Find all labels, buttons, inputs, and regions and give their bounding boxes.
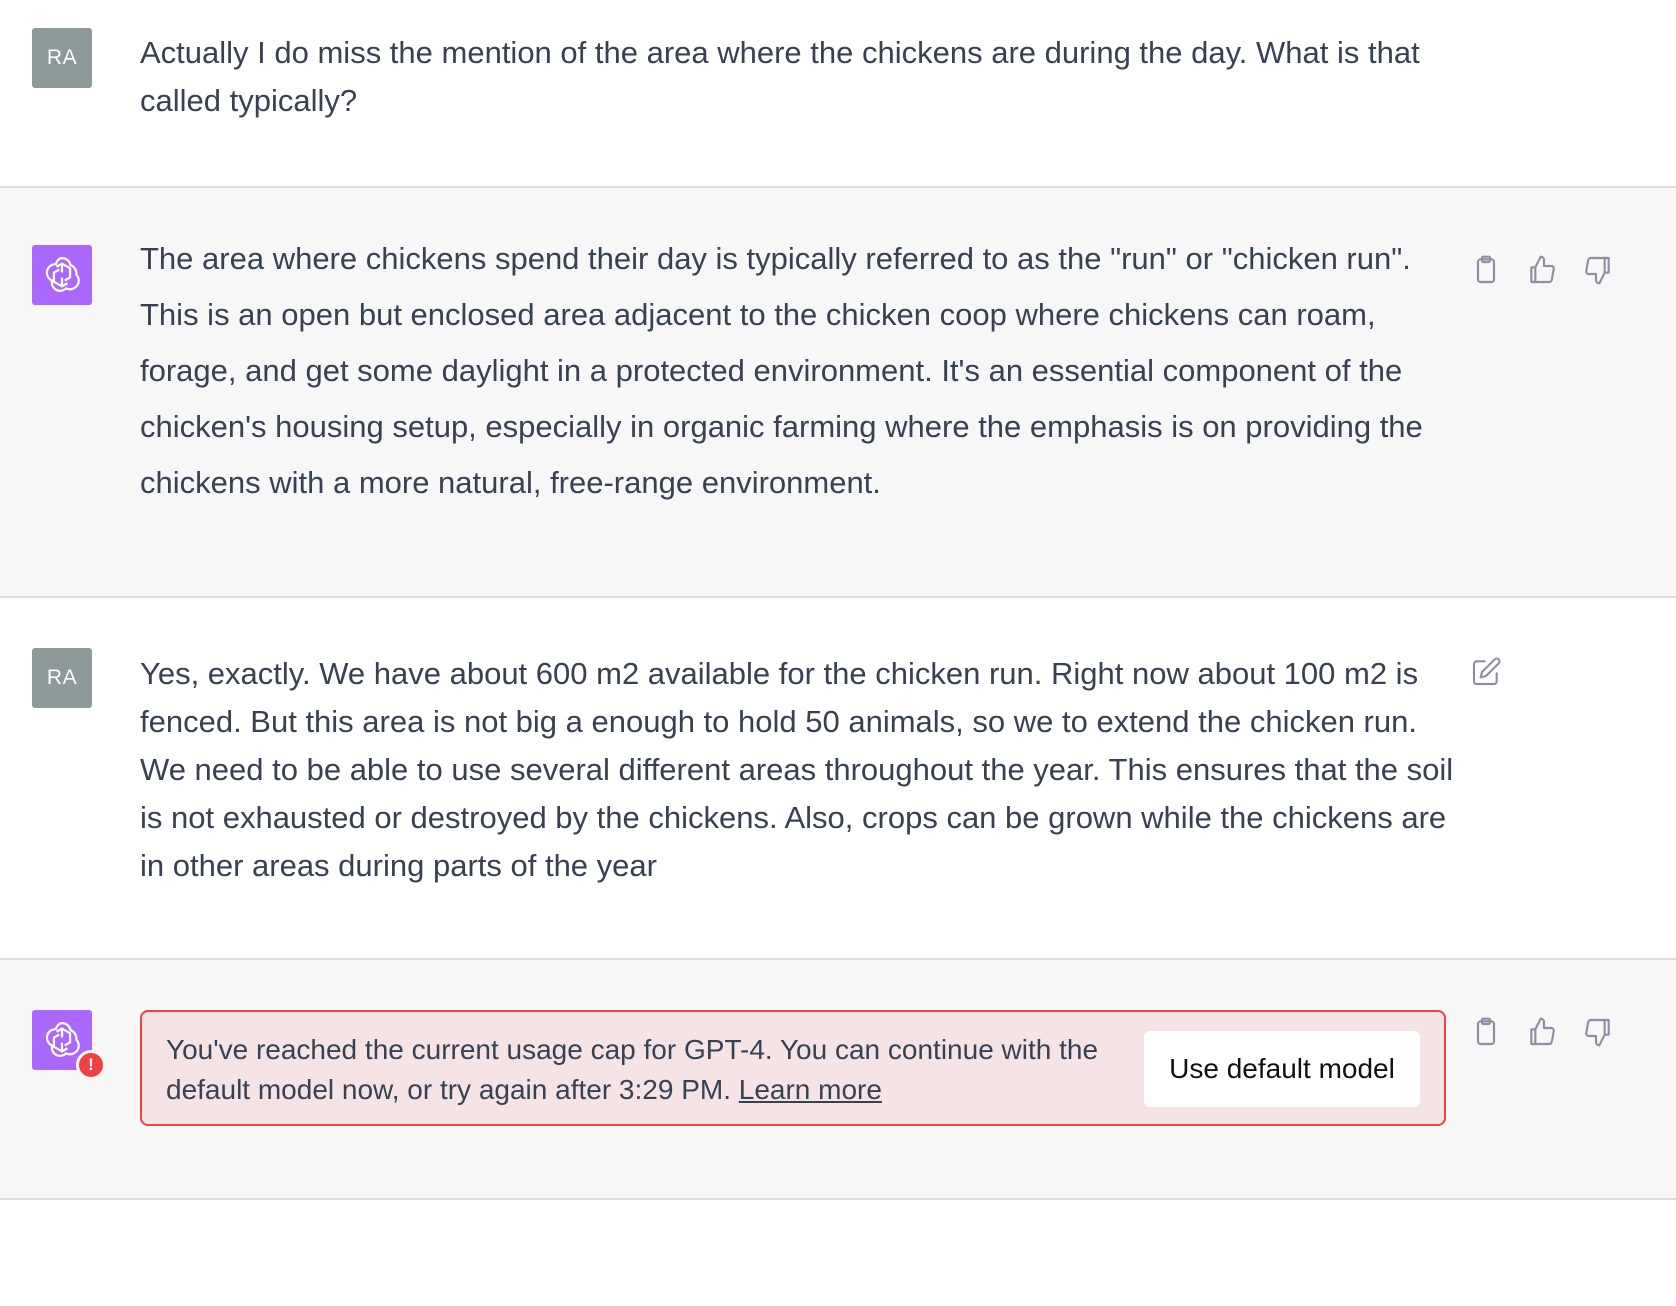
user-avatar: RA [32,28,92,88]
copy-icon[interactable] [1466,1012,1506,1052]
user-avatar: RA [32,648,92,708]
assistant-message: The area where chickens spend their day … [0,188,1676,598]
chat-thread: RA Actually I do miss the mention of the… [0,0,1676,1306]
copy-icon[interactable] [1466,250,1506,290]
thumbs-up-icon[interactable] [1522,1012,1562,1052]
openai-logo-icon [45,257,80,292]
use-default-model-button[interactable]: Use default model [1144,1031,1420,1107]
user-message: RA Actually I do miss the mention of the… [0,0,1676,188]
assistant-avatar [32,245,92,305]
usage-cap-text: You've reached the current usage cap for… [166,1034,1099,1105]
message-text: The area where chickens spend their day … [140,241,1423,500]
message-actions [1466,1012,1618,1052]
user-message: RA Yes, exactly. We have about 600 m2 av… [0,598,1676,960]
thumbs-up-icon[interactable] [1522,250,1562,290]
edit-icon[interactable] [1466,652,1506,692]
usage-cap-alert: You've reached the current usage cap for… [140,1010,1446,1126]
message-text: Yes, exactly. We have about 600 m2 avail… [140,656,1454,883]
message-text: Actually I do miss the mention of the ar… [140,35,1420,118]
error-badge-icon: ! [76,1050,106,1080]
message-actions [1466,652,1506,692]
thumbs-down-icon[interactable] [1578,1012,1618,1052]
message-actions [1466,250,1618,290]
openai-logo-icon [45,1022,80,1057]
usage-cap-message: You've reached the current usage cap for… [166,1030,1116,1110]
thumbs-down-icon[interactable] [1578,250,1618,290]
learn-more-link[interactable]: Learn more [739,1074,882,1105]
